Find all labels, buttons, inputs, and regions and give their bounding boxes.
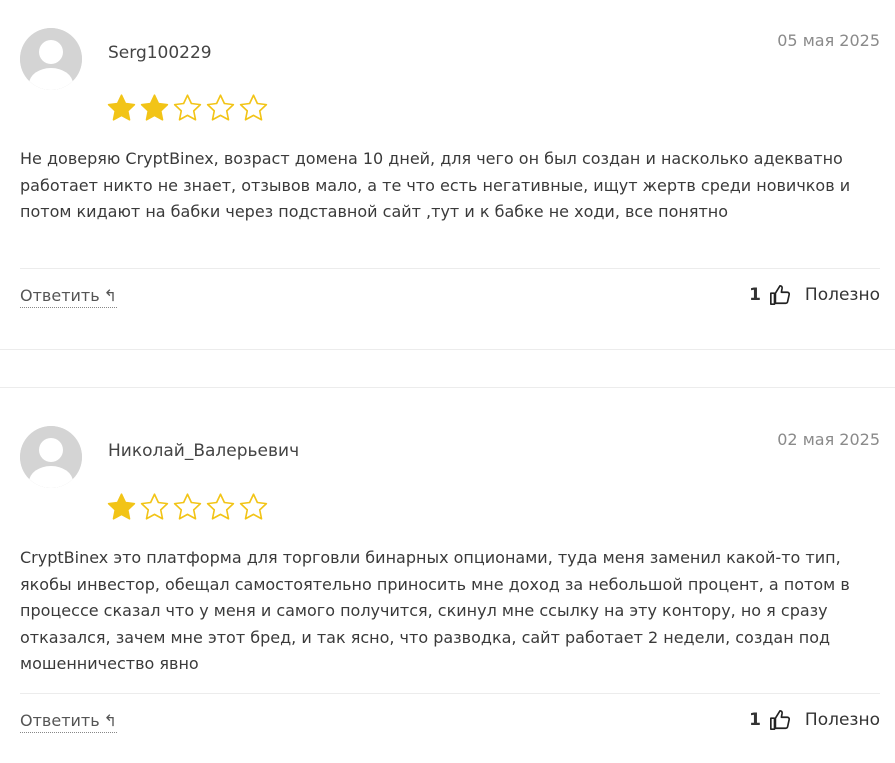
helpful-count: 1 xyxy=(749,285,761,305)
review-card: Serg100229 05 мая 2025 Не доверяю CryptB… xyxy=(0,0,895,350)
review-card: Николай_Валерьевич 02 мая 2025 CryptBine… xyxy=(0,388,895,763)
star-empty-icon xyxy=(172,492,203,522)
star-empty-icon xyxy=(238,492,269,522)
thumbs-up-icon[interactable] xyxy=(769,709,791,731)
reply-arrow-icon: ↰ xyxy=(103,711,118,730)
review-separator xyxy=(0,349,895,350)
review-text: Не доверяю CryptBinex, возраст домена 10… xyxy=(20,149,851,221)
helpful-vote[interactable]: 1 Полезно xyxy=(749,709,880,731)
thumbs-up-icon[interactable] xyxy=(769,284,791,306)
reply-arrow-icon: ↰ xyxy=(103,286,118,305)
helpful-count: 1 xyxy=(749,710,761,730)
review-date: 05 мая 2025 xyxy=(777,31,880,50)
helpful-label[interactable]: Полезно xyxy=(805,285,880,305)
review-author: Николай_Валерьевич xyxy=(108,441,300,461)
star-empty-icon xyxy=(172,93,203,123)
review-author: Serg100229 xyxy=(108,43,212,63)
reply-label: Ответить xyxy=(20,286,100,305)
divider xyxy=(20,693,880,694)
rating-stars xyxy=(106,93,269,123)
rating-stars xyxy=(106,492,269,522)
review-date: 02 мая 2025 xyxy=(777,430,880,449)
reply-button[interactable]: Ответить ↰ xyxy=(20,711,118,733)
star-filled-icon xyxy=(106,93,137,123)
user-avatar-icon xyxy=(20,426,82,488)
divider xyxy=(20,268,880,269)
helpful-label[interactable]: Полезно xyxy=(805,710,880,730)
user-avatar-icon xyxy=(20,28,82,90)
star-empty-icon xyxy=(139,492,170,522)
star-empty-icon xyxy=(238,93,269,123)
star-empty-icon xyxy=(205,492,236,522)
reply-label: Ответить xyxy=(20,711,100,730)
reply-button[interactable]: Ответить ↰ xyxy=(20,286,118,308)
star-filled-icon xyxy=(139,93,170,123)
review-text: CryptBinex это платформа для торговли би… xyxy=(20,548,850,673)
helpful-vote[interactable]: 1 Полезно xyxy=(749,284,880,306)
star-empty-icon xyxy=(205,93,236,123)
star-filled-icon xyxy=(106,492,137,522)
